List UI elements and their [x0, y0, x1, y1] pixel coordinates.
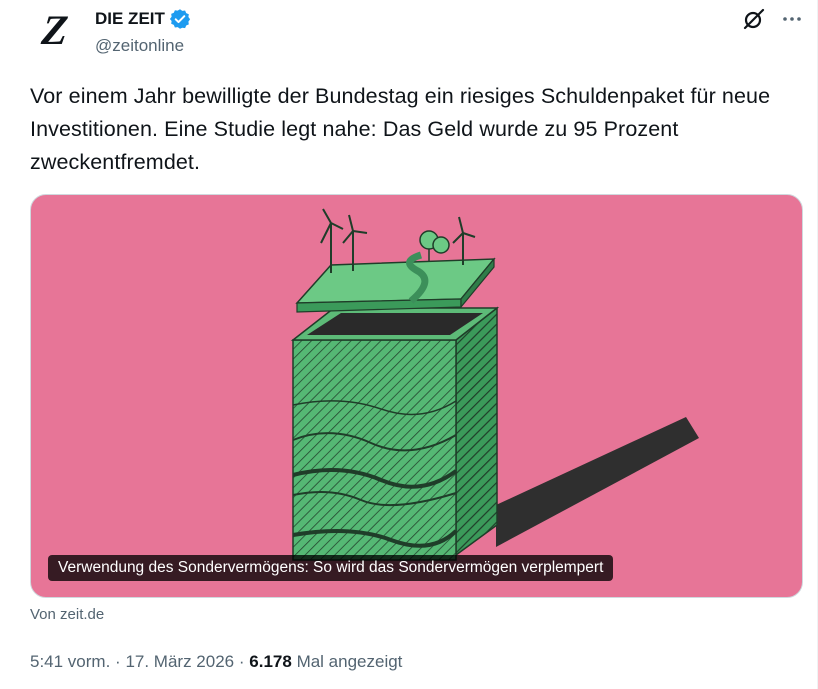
- card-source-link[interactable]: Von zeit.de: [30, 606, 104, 623]
- tweet-meta: 5:41 vorm. · 17. März 2026 · 6.178 Mal a…: [30, 652, 402, 672]
- more-icon[interactable]: [779, 6, 805, 32]
- grok-icon[interactable]: [741, 6, 767, 32]
- avatar-letter: Z: [39, 8, 71, 54]
- tweet-text: Vor einem Jahr bewilligte der Bundestag …: [30, 84, 771, 174]
- tweet-time[interactable]: 5:41 vorm.: [30, 652, 110, 671]
- verified-badge-icon[interactable]: [169, 8, 191, 30]
- meta-separator: ·: [238, 652, 245, 671]
- author-handle[interactable]: @zeitonline: [95, 36, 184, 56]
- view-count: 6.178: [249, 652, 292, 671]
- author-name-row[interactable]: DIE ZEIT: [95, 8, 191, 30]
- views-label: Mal angezeigt: [296, 652, 403, 671]
- avatar[interactable]: Z: [30, 6, 80, 56]
- meta-separator: ·: [115, 652, 121, 671]
- card-illustration: [290, 208, 699, 561]
- link-card[interactable]: Verwendung des Sondervermögens: So wird …: [30, 194, 803, 598]
- tweet-date[interactable]: 17. März 2026: [125, 652, 234, 671]
- shadow: [496, 417, 699, 547]
- display-name[interactable]: DIE ZEIT: [95, 9, 165, 29]
- card-caption[interactable]: Verwendung des Sondervermögens: So wird …: [48, 555, 614, 581]
